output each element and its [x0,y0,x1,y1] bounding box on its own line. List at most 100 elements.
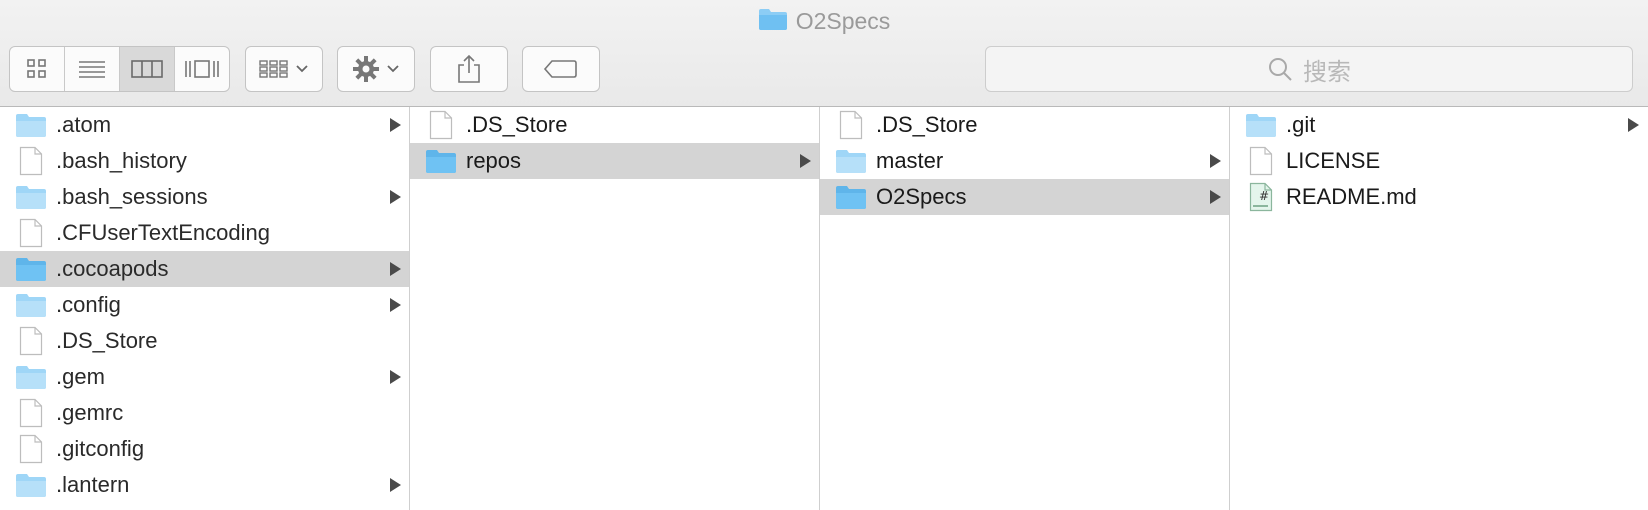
folder-icon [1244,110,1278,140]
file-row[interactable]: .bash_history [0,143,409,179]
item-name: repos [466,148,522,173]
file-row[interactable]: LICENSE [1230,143,1647,179]
search-field[interactable]: 搜索 [985,46,1633,92]
arrange-button[interactable] [245,46,323,92]
gear-icon [353,56,379,82]
file-row[interactable]: .CFUserTextEncoding [0,215,409,251]
item-name: .cocoapods [56,256,169,281]
share-button[interactable] [430,46,508,92]
disclosure-arrow-icon[interactable] [1628,118,1639,132]
icon-view-button[interactable] [10,47,65,91]
column-1: .atom .bash_history .bash_sessions .CFUs… [0,107,410,510]
arrange-grid-icon [259,60,288,78]
folder-row[interactable]: .lantern [0,467,409,503]
action-button[interactable] [337,46,415,92]
cover-flow-view-button[interactable] [175,47,229,91]
folder-row[interactable]: master [820,143,1229,179]
folder-icon [14,362,48,392]
column-browser: .atom .bash_history .bash_sessions .CFUs… [0,107,1648,510]
disclosure-arrow-icon[interactable] [390,262,401,276]
folder-icon [14,290,48,320]
chevron-down-icon [387,65,399,73]
folder-icon [14,470,48,500]
item-name: .bash_sessions [56,184,208,209]
column-3: .DS_Store master O2Specs [820,107,1230,510]
window-title-bar: O2Specs [0,4,1648,38]
folder-row[interactable]: .bash_sessions [0,179,409,215]
disclosure-arrow-icon[interactable] [390,298,401,312]
share-icon [458,54,480,83]
file-icon [424,110,458,140]
item-name: .DS_Store [466,112,568,137]
file-icon [14,326,48,356]
item-name: .bash_history [56,148,187,173]
item-name: .DS_Store [876,112,978,137]
tag-button[interactable] [522,46,600,92]
toolbar: 搜索 [0,46,1648,94]
item-name: O2Specs [876,184,967,209]
folder-row[interactable]: .atom [0,107,409,143]
item-name: .DS_Store [56,328,158,353]
folder-row[interactable]: O2Specs [820,179,1229,215]
tag-icon [543,60,577,78]
item-name: .gitconfig [56,436,145,461]
columns-icon [131,60,163,78]
disclosure-arrow-icon[interactable] [390,118,401,132]
disclosure-arrow-icon[interactable] [390,370,401,384]
file-icon [14,218,48,248]
window-title: O2Specs [795,7,891,34]
item-name: LICENSE [1286,148,1381,173]
list-icon [79,61,105,78]
chevron-down-icon [296,65,308,73]
disclosure-arrow-icon[interactable] [800,154,811,168]
file-icon [14,146,48,176]
disclosure-arrow-icon[interactable] [1210,154,1221,168]
folder-icon [14,110,48,140]
item-name: .git [1286,112,1316,137]
folder-row[interactable]: .gem [0,359,409,395]
column-4: .git LICENSE # README.md [1230,107,1647,510]
file-icon [834,110,868,140]
finder-toolbar-area: O2Specs 搜索 [0,0,1648,107]
folder-icon [14,254,48,284]
item-name: .gemrc [56,400,124,425]
folder-icon [14,182,48,212]
svg-text:#: # [1259,189,1269,203]
item-name: .CFUserTextEncoding [56,220,270,245]
item-name: .lantern [56,472,130,497]
folder-row[interactable]: repos [410,143,819,179]
markdown-file-icon: # [1244,182,1278,212]
folder-icon [424,146,458,176]
column-view-button[interactable] [120,47,175,91]
file-icon [14,434,48,464]
cover-flow-icon [185,60,219,78]
disclosure-arrow-icon[interactable] [390,478,401,492]
file-row[interactable]: .DS_Store [820,107,1229,143]
folder-row[interactable]: .git [1230,107,1647,143]
item-name: README.md [1286,184,1417,209]
search-icon [1269,58,1292,81]
file-row[interactable]: .DS_Store [0,323,409,359]
file-row[interactable]: .gitconfig [0,431,409,467]
item-name: .atom [56,112,112,137]
column-2: .DS_Store repos [410,107,820,510]
file-row[interactable]: # README.md [1230,179,1647,215]
disclosure-arrow-icon[interactable] [1210,190,1221,204]
list-view-button[interactable] [65,47,120,91]
item-name: master [876,148,944,173]
folder-row[interactable]: .cocoapods [0,251,409,287]
folder-icon [834,146,868,176]
file-row[interactable]: .DS_Store [410,107,819,143]
search-placeholder: 搜索 [1303,58,1351,86]
file-row[interactable]: .gemrc [0,395,409,431]
item-name: .config [56,292,121,317]
disclosure-arrow-icon[interactable] [390,190,401,204]
folder-icon [758,7,788,36]
grid-icon [27,59,46,78]
file-icon [14,398,48,428]
view-mode-control [9,46,230,92]
folder-icon [834,182,868,212]
folder-row[interactable]: .config [0,287,409,323]
file-icon [1244,146,1278,176]
item-name: .gem [56,364,105,389]
